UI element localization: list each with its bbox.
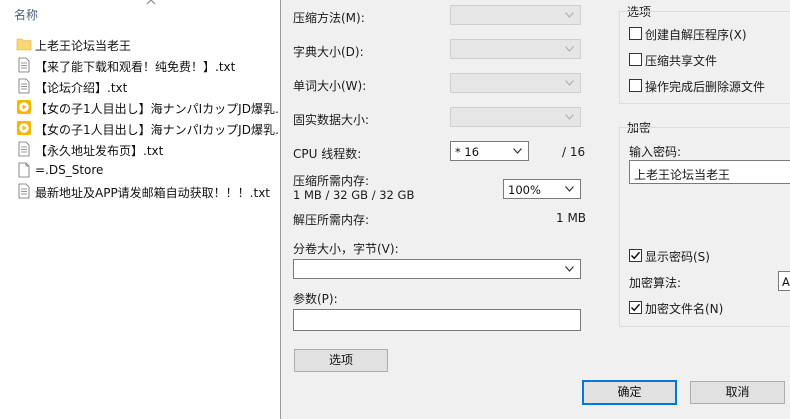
word-size-label: 单词大小(W):	[293, 79, 367, 93]
folder-icon	[16, 38, 32, 51]
file-name: 【论坛介绍】.txt	[35, 81, 128, 95]
chevron-down-icon	[513, 148, 522, 154]
file-name: 【女の子1人目出し】海ナンパIカップJD爆乳…	[35, 102, 280, 116]
file-name: 上老王论坛当老王	[35, 39, 132, 53]
ok-button[interactable]: 确定	[582, 380, 677, 405]
cpu-threads-total: / 16	[562, 145, 586, 159]
memory-usage-select[interactable]: 100%	[503, 179, 581, 199]
file-explorer-pane: 名称 上老王论坛当老王 【来了能下载和观看！纯免费！】.txt 【论坛介绍】.t…	[0, 0, 280, 419]
dictionary-size-label: 字典大小(D):	[293, 45, 364, 59]
split-volume-label: 分卷大小，字节(V):	[293, 242, 399, 256]
name-column-label: 名称	[14, 8, 39, 22]
chevron-down-icon	[565, 186, 574, 192]
file-list-item[interactable]: =.DS_Store	[0, 160, 280, 181]
encryption-algorithm-select[interactable]: A	[778, 271, 790, 291]
memory-usage-value: 100%	[508, 183, 541, 197]
parameters-input[interactable]	[293, 309, 581, 331]
sort-ascending-icon	[146, 0, 156, 5]
compress-memory-label: 压缩所需内存:	[293, 174, 370, 188]
encrypt-filenames-label: 加密文件名(N)	[645, 302, 724, 316]
show-password-checkbox[interactable]	[629, 249, 642, 262]
checkmark-icon	[630, 251, 641, 260]
video-file-icon	[17, 100, 31, 114]
encrypt-filenames-checkbox[interactable]	[629, 301, 642, 314]
file-name: 最新地址及APP请发邮箱自动获取！！！.txt	[35, 186, 271, 200]
file-list-item[interactable]: 最新地址及APP请发邮箱自动获取！！！.txt	[0, 181, 280, 202]
decompress-memory-label: 解压所需内存:	[293, 213, 370, 227]
chevron-down-icon	[565, 266, 574, 272]
compress-shared-files-label: 压缩共享文件	[645, 54, 718, 68]
file-name: 【永久地址发布页】.txt	[35, 144, 164, 158]
parameters-label: 参数(P):	[293, 292, 338, 306]
file-list-item[interactable]: 【女の子1人目出し】海ナンパIカップJD爆乳…	[0, 118, 280, 139]
delete-after-compression-label: 操作完成后删除源文件	[645, 80, 766, 94]
file-list-item[interactable]: 上老王论坛当老王	[0, 34, 280, 55]
file-name: 【来了能下载和观看！纯免费！】.txt	[35, 60, 236, 74]
text-file-icon	[18, 141, 30, 157]
password-value: 上老王论坛当老王	[634, 168, 731, 182]
dictionary-size-select[interactable]	[450, 39, 581, 59]
compress-shared-files-checkbox[interactable]	[629, 53, 642, 66]
text-file-icon	[18, 57, 30, 73]
cancel-button[interactable]: 取消	[690, 381, 785, 404]
file-list-item[interactable]: 【女の子1人目出し】海ナンパIカップJD爆乳…	[0, 97, 280, 118]
video-file-icon	[17, 121, 31, 135]
file-list-item[interactable]: 【来了能下载和观看！纯免费！】.txt	[0, 55, 280, 76]
compression-method-select[interactable]	[450, 5, 581, 25]
create-sfx-label: 创建自解压程序(X)	[645, 28, 747, 42]
chevron-down-icon	[565, 12, 574, 18]
decompress-memory-value: 1 MB	[556, 211, 587, 225]
encryption-algorithm-label: 加密算法:	[629, 276, 682, 290]
blank-file-icon	[18, 162, 30, 178]
file-list-item[interactable]: 【论坛介绍】.txt	[0, 76, 280, 97]
password-input[interactable]: 上老王论坛当老王	[629, 160, 790, 184]
solid-block-size-label: 固实数据大小:	[293, 113, 370, 127]
cpu-threads-value: * 16	[455, 145, 480, 159]
checkmark-icon	[630, 303, 641, 312]
archive-settings-dialog: 压缩方法(M): 字典大小(D): 单词大小(W): 固实数据大小: CPU 线…	[280, 0, 790, 419]
file-name: =.DS_Store	[35, 163, 104, 177]
name-column-header[interactable]: 名称	[0, 0, 280, 24]
split-volume-select[interactable]	[293, 259, 581, 279]
encryption-algorithm-value: A	[782, 275, 790, 289]
compress-memory-value: 1 MB / 32 GB / 32 GB	[293, 188, 415, 202]
chevron-down-icon	[565, 46, 574, 52]
cpu-threads-label: CPU 线程数:	[293, 147, 362, 161]
options-button[interactable]: 选项	[294, 349, 388, 372]
cpu-threads-select[interactable]: * 16	[450, 141, 529, 161]
delete-after-compression-checkbox[interactable]	[629, 79, 642, 92]
create-sfx-checkbox[interactable]	[629, 27, 642, 40]
file-name: 【女の子1人目出し】海ナンパIカップJD爆乳…	[35, 123, 280, 137]
password-label: 输入密码:	[629, 145, 682, 159]
show-password-label: 显示密码(S)	[645, 250, 710, 264]
text-file-icon	[18, 183, 30, 199]
text-file-icon	[18, 78, 30, 94]
word-size-select[interactable]	[450, 73, 581, 93]
file-list-item[interactable]: 【永久地址发布页】.txt	[0, 139, 280, 160]
chevron-down-icon	[565, 114, 574, 120]
solid-block-size-select[interactable]	[450, 107, 581, 127]
chevron-down-icon	[565, 80, 574, 86]
compression-method-label: 压缩方法(M):	[293, 11, 365, 25]
